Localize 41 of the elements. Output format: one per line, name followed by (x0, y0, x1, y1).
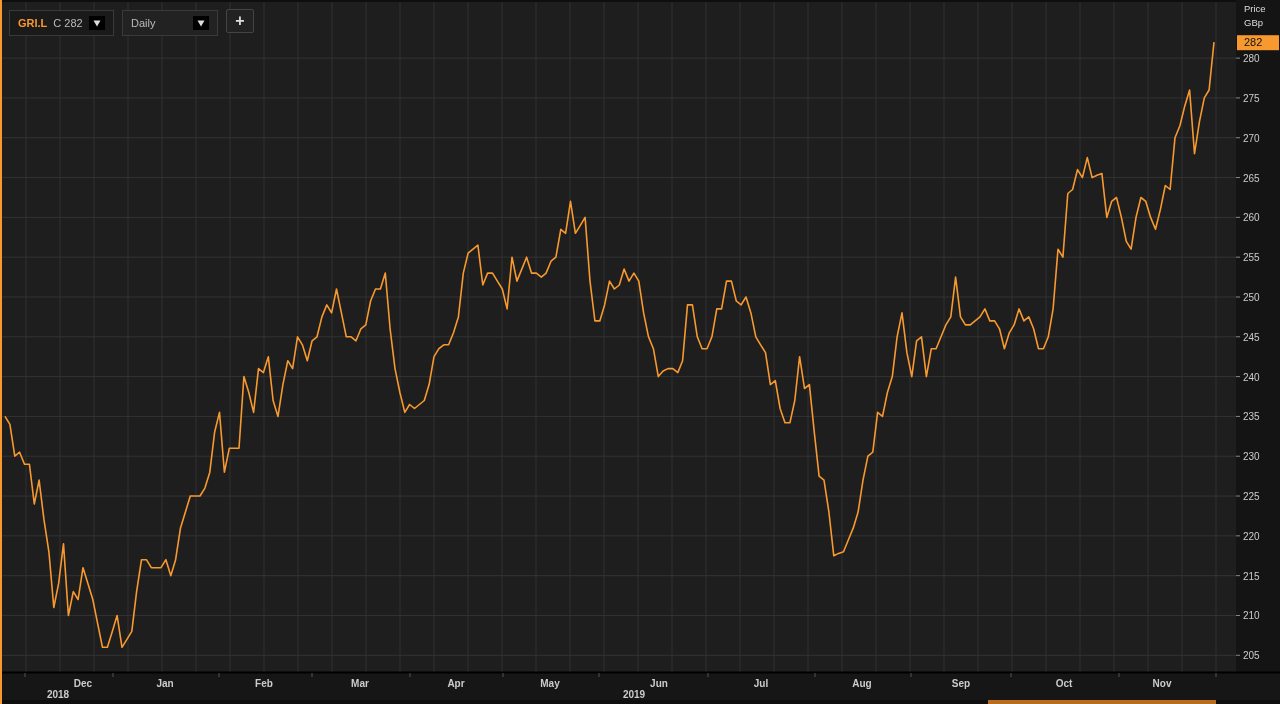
interval-dropdown[interactable]: Daily (122, 10, 218, 36)
price-tick-label: 245 (1243, 331, 1260, 343)
last-price-badge: 282 (1237, 35, 1279, 51)
month-label: Sep (951, 678, 971, 689)
price-axis-unit: GBp (1244, 17, 1263, 28)
month-label: Jun (650, 678, 668, 689)
price-tick-label: 235 (1243, 411, 1260, 423)
price-tick-label: 240 (1243, 371, 1260, 383)
month-label: Jul (753, 678, 769, 689)
price-tick-label: 255 (1243, 252, 1260, 264)
month-label: May (540, 678, 560, 689)
price-tick-label: 225 (1243, 491, 1260, 503)
price-tick-label: 265 (1243, 172, 1260, 184)
price-tick-label: 230 (1243, 451, 1260, 463)
scrollbar-thumb[interactable] (988, 700, 1216, 704)
caret-icon (193, 16, 209, 30)
price-axis-title: Price (1244, 3, 1266, 14)
quote-label: C 282 (53, 15, 83, 31)
month-label: Jan (156, 678, 174, 689)
month-label: Dec (73, 678, 93, 689)
month-label: Aug (852, 678, 872, 689)
month-label: Feb (255, 678, 273, 689)
price-tick-label: 210 (1243, 610, 1260, 622)
price-tick-label: 275 (1243, 92, 1260, 104)
year-label: 2018 (46, 689, 70, 700)
price-tick-label: 270 (1243, 132, 1260, 144)
month-label: Apr (447, 678, 465, 689)
price-tick-label: 280 (1243, 53, 1260, 65)
month-label: Nov (1152, 678, 1172, 689)
price-tick-label: 215 (1243, 570, 1260, 582)
symbol-dropdown[interactable]: GRI.L C 282 (9, 10, 114, 36)
month-label: Oct (1055, 678, 1073, 689)
add-button[interactable]: + (226, 9, 254, 33)
caret-icon (89, 16, 105, 30)
year-label: 2019 (622, 689, 646, 700)
price-tick-label: 220 (1243, 530, 1260, 542)
price-tick-label: 205 (1243, 650, 1260, 662)
price-tick-label: 250 (1243, 292, 1260, 303)
symbol-label: GRI.L (18, 15, 48, 31)
price-tick-label: 260 (1243, 212, 1260, 224)
month-label: Mar (351, 678, 369, 689)
